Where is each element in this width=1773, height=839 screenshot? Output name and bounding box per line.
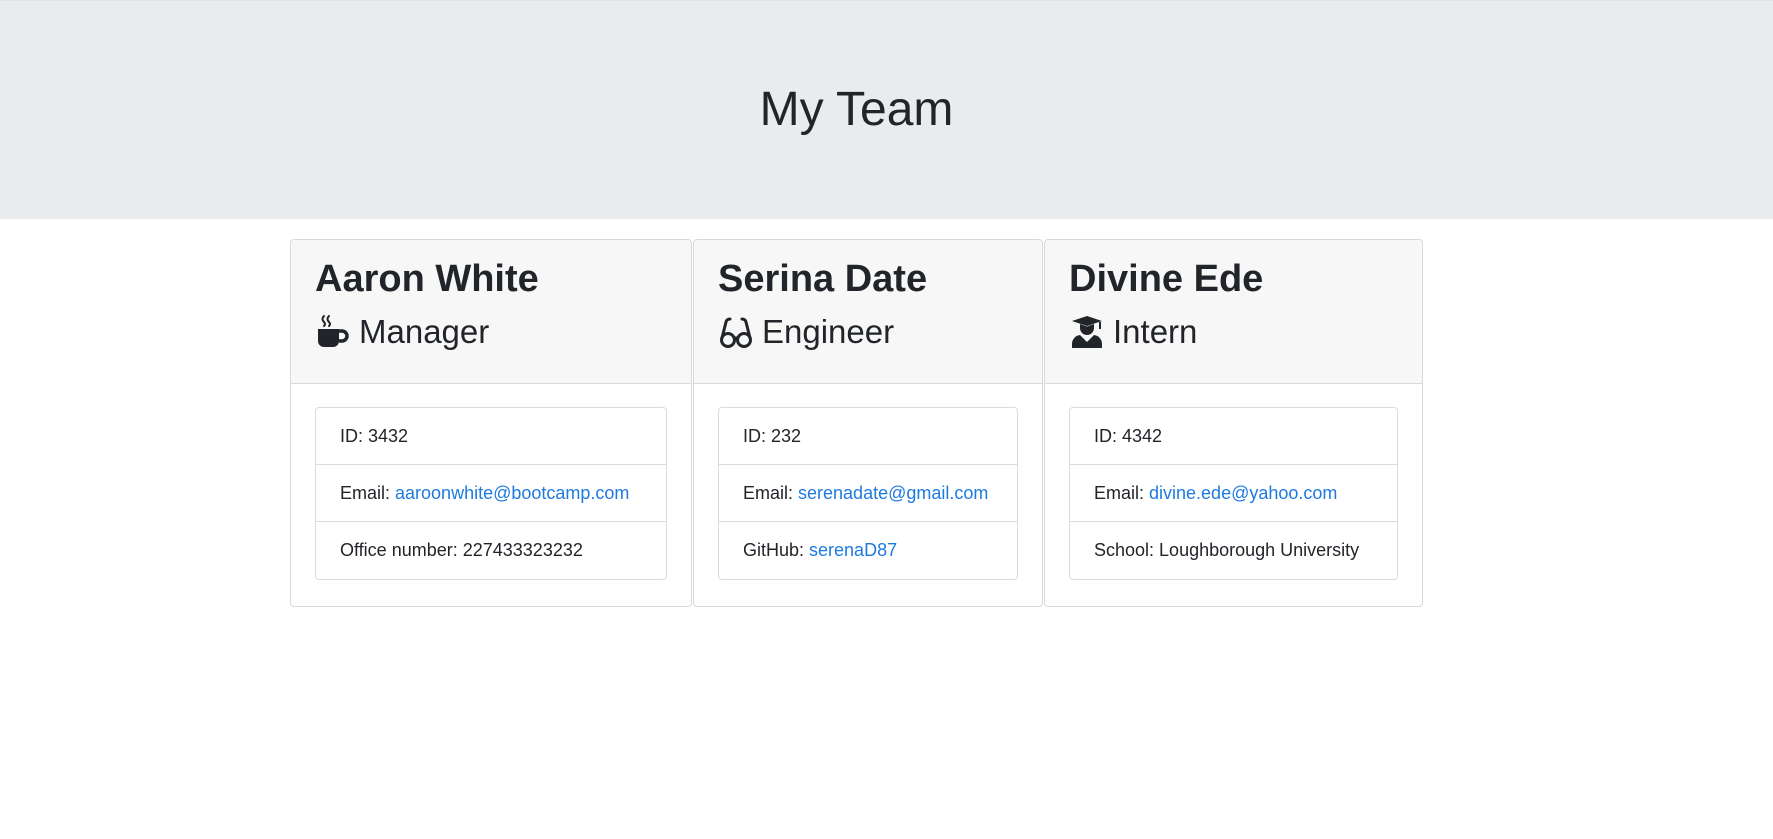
employee-role: Engineer [718, 312, 1018, 352]
employee-id-text: ID: 3432 [340, 425, 409, 446]
school-value: Loughborough University [1159, 540, 1360, 560]
card-body: ID: 3432 Email: aaroonwhite@bootcamp.com… [291, 384, 691, 580]
employee-role-label: Manager [359, 313, 490, 350]
employee-id-text: ID: 4342 [1094, 425, 1163, 446]
employee-role: Manager [315, 312, 667, 352]
employee-id: ID: 232 [719, 408, 1017, 465]
employee-details-list: ID: 3432 Email: aaroonwhite@bootcamp.com… [315, 407, 667, 580]
employee-card-engineer: Serina Date Engineer ID: 232 Email: sere… [693, 239, 1043, 607]
employee-email: Email: aaroonwhite@bootcamp.com [316, 465, 666, 522]
jumbotron-header: My Team [0, 0, 1773, 219]
card-header: Divine Ede Intern [1045, 240, 1422, 384]
school: School: Loughborough University [1070, 522, 1397, 579]
office-number-label: Office number: [340, 540, 458, 560]
email-link[interactable]: divine.ede@yahoo.com [1149, 483, 1337, 504]
glasses-icon [718, 314, 754, 350]
employee-email: Email: divine.ede@yahoo.com [1070, 465, 1397, 522]
employee-id: ID: 3432 [316, 408, 666, 465]
user-graduate-icon [1069, 314, 1105, 350]
employee-role-label: Engineer [762, 313, 895, 350]
email-label: Email: [743, 482, 794, 503]
employee-name: Aaron White [315, 258, 539, 300]
office-number-value: 227433323232 [462, 540, 583, 560]
mug-hot-icon [315, 314, 351, 350]
email-label: Email: [340, 482, 391, 503]
employee-card-intern: Divine Ede Intern ID: 4342 Email: divine… [1044, 239, 1423, 607]
office-number: Office number: 227433323232 [316, 522, 666, 579]
email-link[interactable]: serenadate@gmail.com [798, 483, 988, 504]
page-title: My Team [759, 83, 954, 136]
employee-email: Email: serenadate@gmail.com [719, 465, 1017, 522]
card-header: Serina Date Engineer [694, 240, 1042, 384]
github-link[interactable]: serenaD87 [809, 540, 897, 561]
employee-id: ID: 4342 [1070, 408, 1397, 465]
employee-role: Intern [1069, 312, 1398, 352]
employee-card-manager: Aaron White Manager ID: 3432 Email: aaro… [290, 239, 692, 607]
email-label: Email: [1094, 482, 1145, 503]
employee-name: Serina Date [718, 258, 928, 300]
card-body: ID: 4342 Email: divine.ede@yahoo.com Sch… [1045, 384, 1422, 580]
employee-role-label: Intern [1113, 313, 1198, 350]
team-cards-row: Aaron White Manager ID: 3432 Email: aaro… [290, 239, 1423, 607]
employee-name: Divine Ede [1069, 258, 1264, 300]
employee-details-list: ID: 4342 Email: divine.ede@yahoo.com Sch… [1069, 407, 1398, 580]
card-header: Aaron White Manager [291, 240, 691, 384]
employee-id-text: ID: 232 [743, 425, 802, 446]
email-link[interactable]: aaroonwhite@bootcamp.com [395, 483, 629, 504]
github: GitHub: serenaD87 [719, 522, 1017, 579]
employee-details-list: ID: 232 Email: serenadate@gmail.com GitH… [718, 407, 1018, 580]
github-label: GitHub: [743, 540, 805, 560]
card-body: ID: 232 Email: serenadate@gmail.com GitH… [694, 384, 1042, 580]
school-label: School: [1094, 540, 1155, 560]
